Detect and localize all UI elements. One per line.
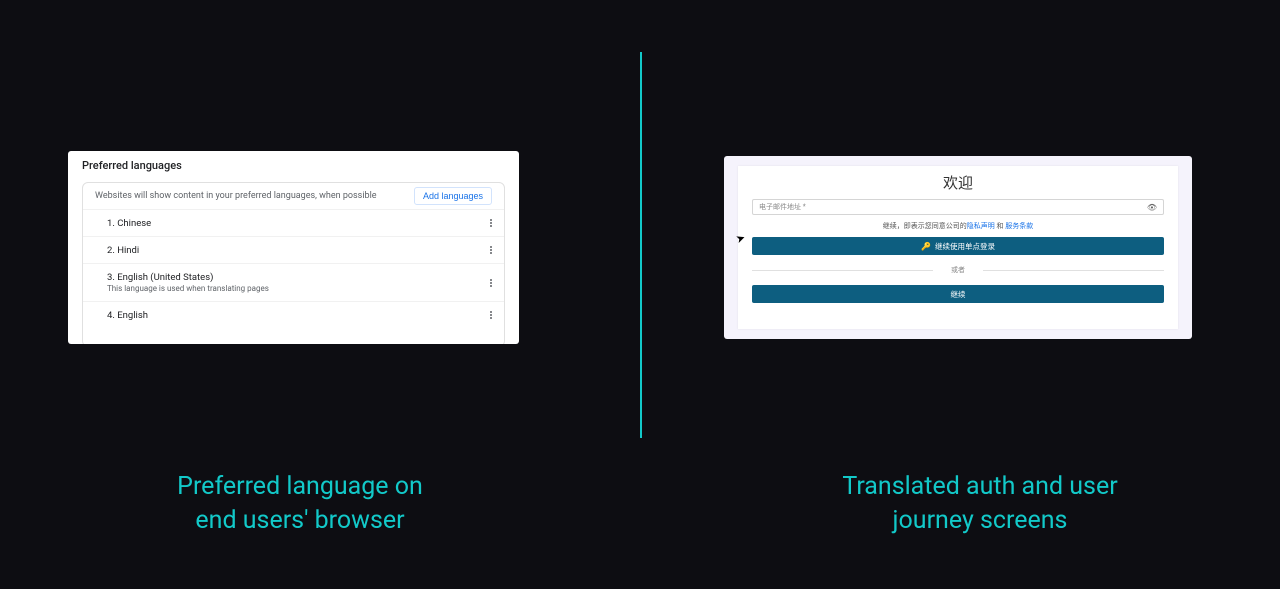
visibility-icon[interactable]: 👁 [1147, 203, 1157, 212]
kebab-menu-icon[interactable] [490, 246, 492, 254]
language-row: 1. Chinese [83, 209, 504, 236]
key-icon: 🔑 [921, 242, 931, 251]
add-languages-button[interactable]: Add languages [414, 187, 492, 205]
kebab-menu-icon[interactable] [490, 279, 492, 287]
languages-header-row: Websites will show content in your prefe… [83, 183, 504, 209]
auth-screen-panel: 欢迎 电子邮件地址 * 👁 继续，即表示您同意公司的隐私声明 和 服务条款 🔑 … [724, 156, 1192, 339]
language-row: 2. Hindi [83, 236, 504, 263]
or-divider: 或者 [752, 265, 1164, 275]
auth-card: 欢迎 电子邮件地址 * 👁 继续，即表示您同意公司的隐私声明 和 服务条款 🔑 … [738, 166, 1178, 329]
sso-button-label: 继续使用单点登录 [935, 241, 995, 252]
email-field[interactable]: 电子邮件地址 * 👁 [752, 199, 1164, 215]
settings-section-title: Preferred languages [68, 151, 519, 178]
language-sublabel: This language is used when translating p… [107, 284, 269, 293]
sso-button[interactable]: 🔑 继续使用单点登录 [752, 237, 1164, 255]
kebab-menu-icon[interactable] [490, 219, 492, 227]
email-placeholder: 电子邮件地址 * [759, 202, 806, 212]
privacy-link[interactable]: 隐私声明 [967, 222, 995, 230]
vertical-divider [640, 52, 642, 438]
language-row: 4. English [83, 301, 504, 328]
language-label: 3. English (United States) [107, 272, 269, 283]
auth-title: 欢迎 [752, 172, 1164, 193]
continue-button-label: 继续 [951, 289, 966, 300]
right-caption: Translated auth and user journey screens [700, 470, 1260, 538]
terms-link[interactable]: 服务条款 [1005, 222, 1033, 230]
languages-card: Websites will show content in your prefe… [82, 182, 505, 344]
language-label: 4. English [107, 310, 148, 321]
continue-button[interactable]: 继续 [752, 285, 1164, 303]
language-label: 1. Chinese [107, 218, 151, 229]
language-label: 2. Hindi [107, 245, 139, 256]
language-row: 3. English (United States) This language… [83, 263, 504, 301]
kebab-menu-icon[interactable] [490, 311, 492, 319]
browser-settings-panel: Preferred languages Websites will show c… [68, 151, 519, 344]
left-caption: Preferred language on end users' browser [20, 470, 580, 538]
terms-text: 继续，即表示您同意公司的隐私声明 和 服务条款 [752, 221, 1164, 231]
languages-description: Websites will show content in your prefe… [95, 191, 377, 201]
